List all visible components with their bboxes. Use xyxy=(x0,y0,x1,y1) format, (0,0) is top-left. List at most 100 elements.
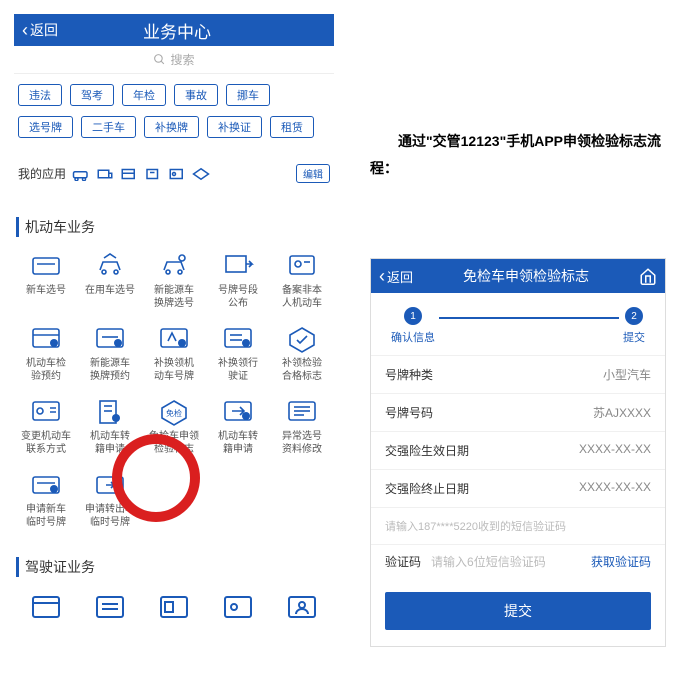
vehicle-service-item[interactable]: 申请新车 临时号牌 xyxy=(16,470,76,529)
vehicle-service-item[interactable]: 机动车转 籍申请 xyxy=(208,397,268,456)
tag-item[interactable]: 选号牌 xyxy=(18,116,73,138)
license-icon[interactable] xyxy=(29,591,63,623)
vehicle-service-item[interactable]: 号牌号段 公布 xyxy=(208,251,268,310)
form-label: 号牌号码 xyxy=(385,404,433,421)
app-mini-icon[interactable] xyxy=(96,166,114,182)
service-icon xyxy=(285,324,319,354)
service-icon xyxy=(93,324,127,354)
service-icon xyxy=(221,251,255,281)
tag-item[interactable]: 挪车 xyxy=(226,84,270,106)
step-1: 1 确认信息 xyxy=(391,307,435,345)
vehicle-service-item[interactable]: 申请转出车 临时号牌 xyxy=(80,470,140,529)
submit-button[interactable]: 提交 xyxy=(385,592,651,630)
service-label: 补领检验 合格标志 xyxy=(282,358,322,383)
vehicle-service-item[interactable]: 补领检验 合格标志 xyxy=(272,324,332,383)
service-icon xyxy=(285,397,319,427)
vehicle-service-item[interactable]: 补换领机 动车号牌 xyxy=(144,324,204,383)
edit-button[interactable]: 编辑 xyxy=(296,164,330,183)
service-label: 机动车转 籍申请 xyxy=(218,431,258,456)
tag-item[interactable]: 租赁 xyxy=(270,116,314,138)
step-line xyxy=(439,317,619,319)
vehicle-service-item[interactable]: 机动车转 籍申请 xyxy=(80,397,140,456)
tag-item[interactable]: 补换证 xyxy=(207,116,262,138)
service-icon xyxy=(221,324,255,354)
vehicle-service-item[interactable]: 备案非本 人机动车 xyxy=(272,251,332,310)
service-label: 申请新车 临时号牌 xyxy=(26,504,66,529)
form-row: 号牌号码苏AJXXXX xyxy=(371,393,665,431)
app-mini-icon[interactable] xyxy=(72,166,90,182)
vehicle-service-item[interactable]: 变更机动车 联系方式 xyxy=(16,397,76,456)
right-page-title: 免检车申领检验标志 xyxy=(413,266,639,286)
tag-item[interactable]: 违法 xyxy=(18,84,62,106)
left-header: ‹ 返回 业务中心 xyxy=(14,14,334,46)
tag-item[interactable]: 二手车 xyxy=(81,116,136,138)
step-circle-icon: 1 xyxy=(404,307,422,325)
service-icon xyxy=(157,251,191,281)
tag-item[interactable]: 事故 xyxy=(174,84,218,106)
step-1-label: 确认信息 xyxy=(391,329,435,345)
verify-input[interactable]: 请输入6位短信验证码 xyxy=(431,553,591,570)
vehicle-service-item[interactable]: 免检免检车申领 检验标志 xyxy=(144,397,204,456)
step-2-label: 提交 xyxy=(623,329,645,345)
service-label: 机动车转 籍申请 xyxy=(90,431,130,456)
my-apps-label: 我的应用 xyxy=(18,165,66,182)
section-title-vehicle: 机动车业务 xyxy=(16,217,334,237)
service-label: 在用车选号 xyxy=(85,285,135,298)
vehicle-service-item[interactable]: 补换领行 驶证 xyxy=(208,324,268,383)
service-icon xyxy=(29,251,63,281)
service-label: 备案非本 人机动车 xyxy=(282,285,322,310)
tag-row-2: 选号牌 二手车 补换牌 补换证 租赁 xyxy=(14,116,334,148)
home-icon[interactable] xyxy=(639,267,657,285)
form-label: 交强险生效日期 xyxy=(385,442,469,459)
service-icon xyxy=(285,251,319,281)
app-mini-icon[interactable] xyxy=(168,166,186,182)
service-label: 免检车申领 检验标志 xyxy=(149,431,199,456)
tag-item[interactable]: 驾考 xyxy=(70,84,114,106)
tag-item[interactable]: 年检 xyxy=(122,84,166,106)
service-label: 机动车检 验预约 xyxy=(26,358,66,383)
vehicle-service-item[interactable]: 在用车选号 xyxy=(80,251,140,310)
step-2: 2 提交 xyxy=(623,307,645,345)
app-mini-icon[interactable] xyxy=(192,166,210,182)
verify-row: 验证码 请输入6位短信验证码 获取验证码 xyxy=(371,544,665,578)
tag-item[interactable]: 补换牌 xyxy=(144,116,199,138)
service-label: 新车选号 xyxy=(26,285,66,298)
tag-row-1: 违法 驾考 年检 事故 挪车 xyxy=(14,74,334,116)
app-mini-icon[interactable] xyxy=(144,166,162,182)
search-bar[interactable]: 搜索 xyxy=(14,46,334,74)
service-label: 补换领行 驶证 xyxy=(218,358,258,383)
license-icon[interactable] xyxy=(157,591,191,623)
service-label: 异常选号 资料修改 xyxy=(282,431,322,456)
step-circle-icon: 2 xyxy=(625,307,643,325)
app-mini-icon[interactable] xyxy=(120,166,138,182)
vehicle-service-item[interactable]: 新能源车 换牌选号 xyxy=(144,251,204,310)
form-label: 号牌种类 xyxy=(385,366,433,383)
service-label: 新能源车 换牌选号 xyxy=(154,285,194,310)
get-code-button[interactable]: 获取验证码 xyxy=(591,553,651,570)
back-chevron-icon[interactable]: ‹ xyxy=(379,266,385,287)
sms-hint: 请输入187****5220收到的短信验证码 xyxy=(371,507,665,544)
license-icon[interactable] xyxy=(221,591,255,623)
form-value: 小型汽车 xyxy=(603,366,651,383)
service-icon xyxy=(29,324,63,354)
section-title-license: 驾驶证业务 xyxy=(16,557,334,577)
service-label: 号牌号段 公布 xyxy=(218,285,258,310)
back-label[interactable]: 返回 xyxy=(387,267,413,286)
service-icon xyxy=(93,397,127,427)
vehicle-service-item[interactable]: 新车选号 xyxy=(16,251,76,310)
vehicle-service-item[interactable]: 异常选号 资料修改 xyxy=(272,397,332,456)
service-label: 新能源车 换牌预约 xyxy=(90,358,130,383)
form-row: 交强险终止日期XXXX-XX-XX xyxy=(371,469,665,507)
service-icon xyxy=(157,324,191,354)
page-title: 业务中心 xyxy=(28,18,326,43)
search-icon xyxy=(153,53,166,66)
right-panel: ‹ 返回 免检车申领检验标志 1 确认信息 2 提交 号牌种类 小型汽车号牌号码苏… xyxy=(370,258,666,647)
vehicle-service-item[interactable]: 新能源车 换牌预约 xyxy=(80,324,140,383)
service-icon: 免检 xyxy=(157,397,191,427)
license-icon[interactable] xyxy=(285,591,319,623)
service-icon xyxy=(221,397,255,427)
form-row: 号牌种类 小型汽车 xyxy=(371,355,665,393)
search-placeholder: 搜索 xyxy=(170,51,194,68)
vehicle-service-item[interactable]: 机动车检 验预约 xyxy=(16,324,76,383)
license-icon[interactable] xyxy=(93,591,127,623)
